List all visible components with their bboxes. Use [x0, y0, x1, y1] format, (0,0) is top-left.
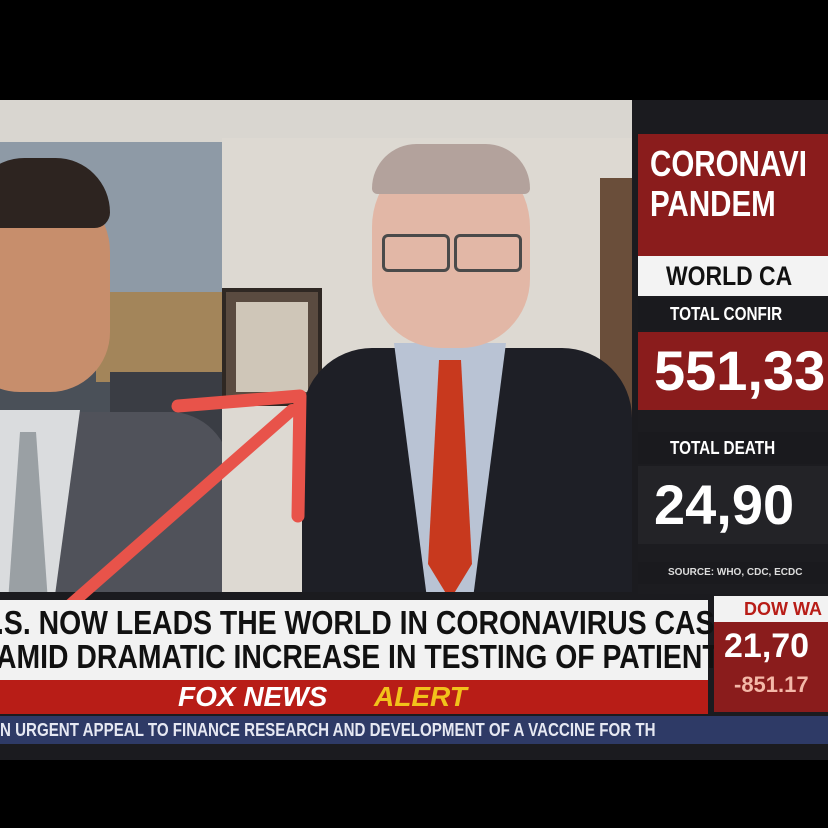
dow-label: DOW WA — [714, 596, 828, 622]
graphic-title-line1: CORONAVI — [650, 143, 807, 184]
deaths-label: TOTAL DEATH — [638, 432, 828, 464]
dow-change: -851.17 — [734, 672, 809, 697]
graphic-subtitle: WORLD CA — [638, 256, 828, 296]
graphic-source: SOURCE: WHO, CDC, ECDC — [638, 562, 828, 584]
cases-graphic: CORONAVI PANDEM WORLD CA TOTAL CONFIR 55… — [638, 134, 828, 594]
news-crawl: N URGENT APPEAL TO FINANCE RESEARCH AND … — [0, 716, 828, 744]
dow-value: 21,70 — [724, 627, 810, 665]
headline-line2: AMID DRAMATIC INCREASE IN TESTING OF PAT… — [0, 638, 739, 675]
deaths-value: 24,90 — [638, 466, 828, 544]
tv-screen: CORONAVI PANDEM WORLD CA TOTAL CONFIR 55… — [0, 100, 828, 760]
fox-news-alert-bar: FOX NEWS ALERT — [0, 680, 708, 714]
red-arrow-annotation — [56, 389, 307, 618]
graphic-title: CORONAVI PANDEM — [638, 134, 828, 256]
graphic-title-line2: PANDEM — [650, 183, 776, 224]
headline-line1: .S. NOW LEADS THE WORLD IN CORONAVIRUS C… — [0, 604, 753, 641]
dow-ticker: DOW WA 21,70 -851.17 — [714, 596, 828, 712]
confirmed-label: TOTAL CONFIR — [638, 298, 828, 330]
alert-label: ALERT — [374, 681, 467, 712]
fox-news-logo: FOX NEWS — [178, 681, 328, 712]
lower-third: .S. NOW LEADS THE WORLD IN CORONAVIRUS C… — [0, 600, 752, 680]
confirmed-value: 551,33 — [638, 332, 828, 410]
